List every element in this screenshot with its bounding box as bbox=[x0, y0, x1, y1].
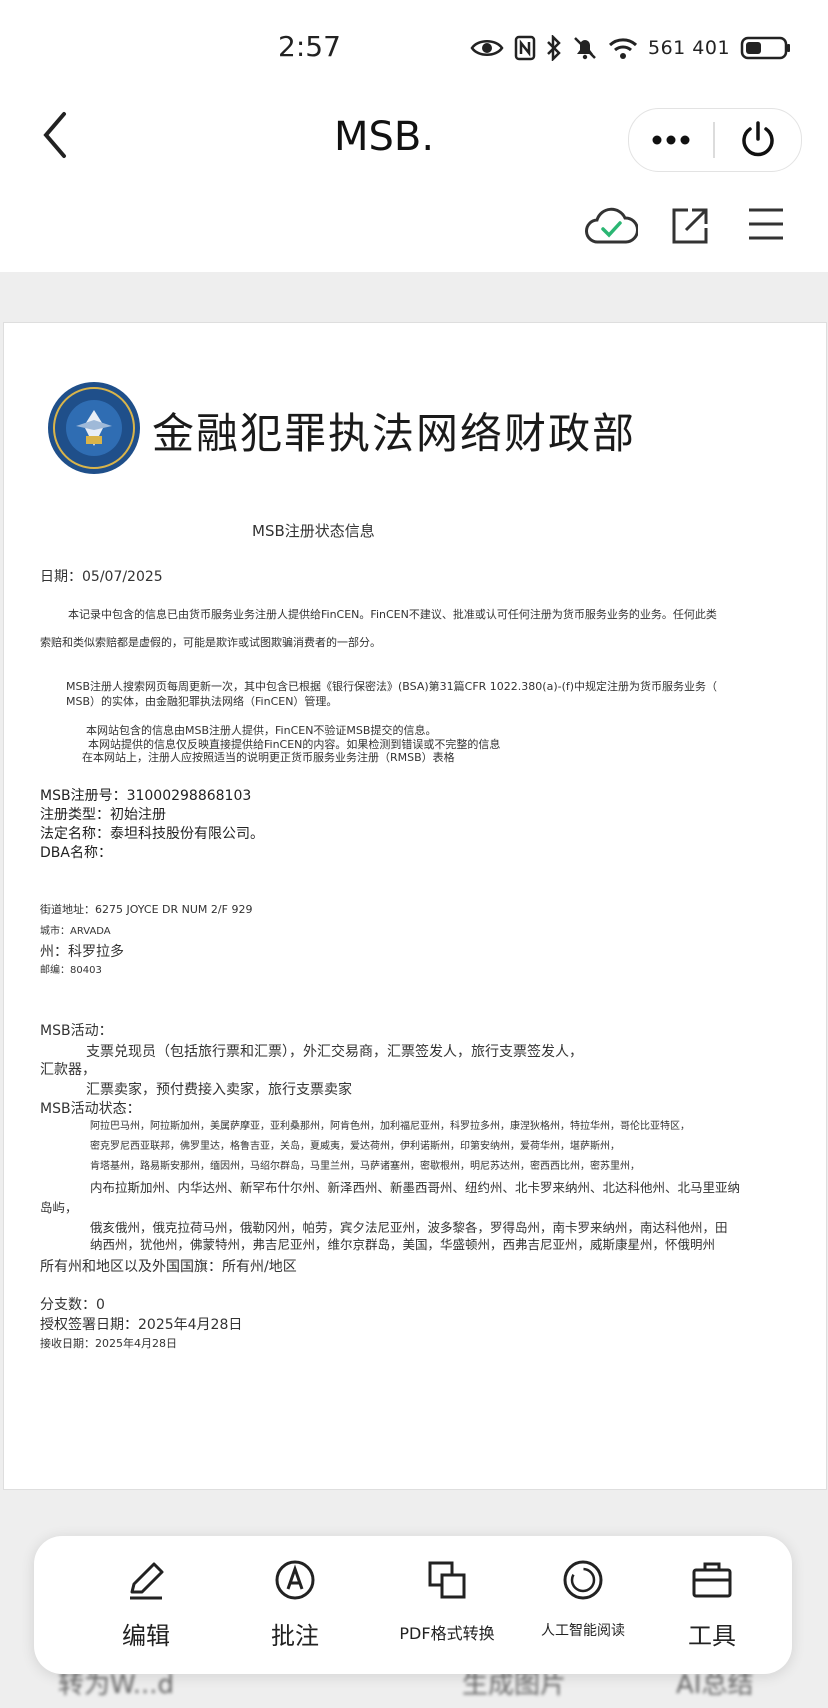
treasury-seal-logo bbox=[46, 380, 142, 476]
status-bar: 2:57 561 401 bbox=[0, 0, 828, 90]
intro-line-2: 索赔和类似索赔都是虚假的，可能是欺诈或试图欺骗消费者的一部分。 bbox=[40, 636, 381, 649]
intro-line-1: 本记录中包含的信息已由货币服务业务注册人提供给FinCEN。FinCEN不建议、… bbox=[68, 608, 717, 621]
zip-code: 邮编：80403 bbox=[40, 965, 102, 976]
branch-count: 分支数：0 bbox=[40, 1297, 105, 1313]
mini-program-capsule bbox=[628, 108, 802, 172]
registration-status-title: MSB注册状态信息 bbox=[252, 522, 375, 540]
document-title: MSB. bbox=[334, 114, 435, 160]
ai-read-icon bbox=[563, 1560, 603, 1600]
battery-icon bbox=[740, 36, 791, 60]
states-line-1: 阿拉巴马州，阿拉斯加州，美属萨摩亚，亚利桑那州，阿肯色州，加利福尼亚州，科罗拉多… bbox=[90, 1121, 690, 1132]
mute-bell-icon bbox=[574, 37, 596, 60]
chevron-left-icon bbox=[43, 112, 66, 158]
wifi-icon bbox=[608, 38, 638, 59]
date-line: 日期：05/07/2025 bbox=[40, 569, 163, 585]
menu-icon bbox=[749, 208, 783, 240]
more-button[interactable] bbox=[629, 109, 713, 171]
dba-name: DBA名称： bbox=[40, 845, 112, 861]
annotate-icon bbox=[275, 1560, 315, 1600]
states-line-5: 岛屿， bbox=[40, 1200, 78, 1215]
pdf-convert-label: PDF格式转换 bbox=[399, 1624, 495, 1643]
received-date: 接收日期：2025年4月28日 bbox=[40, 1337, 177, 1350]
tools-button[interactable]: 工具 bbox=[642, 1558, 782, 1651]
states-line-3: 肯塔基州，路易斯安那州，缅因州，马绍尔群岛，马里兰州，马萨诸塞州，密歇根州，明尼… bbox=[90, 1161, 640, 1172]
states-line-7: 纳西州，犹他州，佛蒙特州，弗吉尼亚州，维尔京群岛，美国，华盛顿州，西弗吉尼亚州，… bbox=[90, 1237, 716, 1252]
city: 城市：ARVADA bbox=[40, 926, 111, 937]
pdf-convert-button[interactable]: PDF格式转换 bbox=[377, 1558, 517, 1644]
edit-label: 编辑 bbox=[122, 1622, 170, 1650]
msb-activities-label: MSB活动： bbox=[40, 1023, 113, 1039]
power-icon bbox=[741, 121, 774, 157]
agency-title: 金融犯罪执法网络财政部 bbox=[152, 409, 637, 458]
menu-button[interactable] bbox=[746, 204, 786, 248]
search-line-1: MSB注册人搜索网页每周更新一次，其中包含已根据《银行保密法》(BSA)第31篇… bbox=[66, 680, 718, 693]
states-line-2: 密克罗尼西亚联邦，佛罗里达，格鲁吉亚，关岛，夏威夷，爱达荷州，伊利诺斯州，印第安… bbox=[90, 1141, 620, 1152]
registration-type: 注册类型：初始注册 bbox=[40, 807, 166, 823]
share-icon bbox=[672, 208, 708, 244]
annotate-label: 批注 bbox=[271, 1622, 319, 1650]
legal-name: 法定名称：泰坦科技股份有限公司。 bbox=[40, 826, 264, 842]
edit-pen-icon bbox=[130, 1562, 164, 1600]
more-dots-icon bbox=[652, 135, 690, 145]
all-states-line: 所有州和地区以及外国国旗：所有州/地区 bbox=[40, 1259, 297, 1275]
network-speed: 561 401 bbox=[648, 36, 731, 59]
street-address: 街道地址：6275 JOYCE DR NUM 2/F 929 bbox=[40, 903, 253, 916]
eye-icon bbox=[470, 40, 504, 56]
msb-registration-number: MSB注册号：31000298868103 bbox=[40, 788, 252, 804]
share-button[interactable] bbox=[668, 204, 712, 252]
annotate-button[interactable]: 批注 bbox=[225, 1558, 365, 1651]
activities-line-3: 汇票卖家，预付费接入卖家，旅行支票卖家 bbox=[86, 1082, 352, 1098]
status-icons: 561 401 bbox=[470, 32, 792, 64]
cloud-sync-button[interactable] bbox=[584, 204, 639, 252]
bluetooth-icon bbox=[547, 35, 561, 61]
search-line-2: MSB）的实体，由金融犯罪执法网络（FinCEN）管理。 bbox=[66, 695, 338, 708]
app-header: MSB. bbox=[0, 90, 828, 270]
bottom-toolbar: 编辑 批注 PDF格式转换 人工智能阅读 工具 bbox=[34, 1536, 792, 1674]
tools-label: 工具 bbox=[688, 1622, 736, 1650]
edit-button[interactable]: 编辑 bbox=[76, 1558, 216, 1651]
cloud-check-icon bbox=[585, 207, 639, 244]
status-time: 2:57 bbox=[278, 30, 341, 63]
ai-read-label: 人工智能阅读 bbox=[541, 1623, 625, 1639]
activities-line-1: 支票兑现员（包括旅行票和汇票），外汇交易商，汇票签发人，旅行支票签发人， bbox=[86, 1044, 583, 1060]
note-line-3: 在本网站上，注册人应按照适当的说明更正货币服务业务注册（RMSB）表格 bbox=[82, 751, 455, 764]
states-line-4: 内布拉斯加州、内华达州、新罕布什尔州、新泽西州、新墨西哥州、纽约州、北卡罗来纳州… bbox=[90, 1180, 741, 1195]
authorization-date: 授权签署日期：2025年4月28日 bbox=[40, 1317, 243, 1333]
activities-line-2: 汇款器， bbox=[40, 1062, 96, 1078]
close-button[interactable] bbox=[715, 109, 801, 171]
state: 州：科罗拉多 bbox=[40, 944, 124, 960]
convert-icon bbox=[428, 1561, 466, 1599]
toolbox-icon bbox=[692, 1562, 732, 1598]
ai-read-button[interactable]: 人工智能阅读 bbox=[513, 1558, 653, 1640]
msb-activity-status-label: MSB活动状态： bbox=[40, 1101, 141, 1117]
back-button[interactable] bbox=[36, 110, 76, 160]
nfc-icon bbox=[514, 35, 536, 61]
